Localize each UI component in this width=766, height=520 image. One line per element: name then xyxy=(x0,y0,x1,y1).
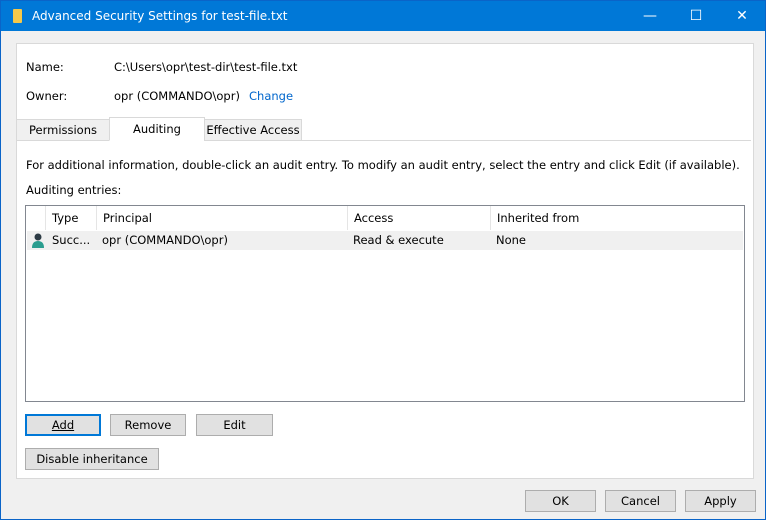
tab-permissions[interactable]: Permissions xyxy=(16,119,110,141)
edit-button[interactable]: Edit xyxy=(196,414,273,436)
column-header-access[interactable]: Access xyxy=(348,206,491,230)
add-button-label: Add xyxy=(51,418,75,432)
disable-inheritance-button[interactable]: Disable inheritance xyxy=(25,448,159,470)
name-value: C:\Users\opr\test-dir\test-file.txt xyxy=(114,60,298,74)
owner-label: Owner: xyxy=(26,89,68,103)
name-label: Name: xyxy=(26,60,64,74)
window-title: Advanced Security Settings for test-file… xyxy=(32,9,288,23)
disable-inheritance-label: Disable inheritance xyxy=(36,452,148,466)
tab-auditing[interactable]: Auditing xyxy=(109,117,205,141)
change-owner-link[interactable]: Change xyxy=(249,89,293,103)
remove-button[interactable]: Remove xyxy=(110,414,186,436)
table-row[interactable]: Succ... opr (COMMANDO\opr) Read & execut… xyxy=(27,231,743,250)
maximize-button[interactable]: ☐ xyxy=(673,1,719,31)
auditing-entries-list[interactable]: Type Principal Access Inherited from Suc… xyxy=(25,205,745,402)
row-type: Succ... xyxy=(52,233,91,247)
column-header-type[interactable]: Type xyxy=(46,206,97,230)
column-header-icon[interactable] xyxy=(26,206,46,230)
folder-icon xyxy=(13,9,22,23)
ok-button[interactable]: OK xyxy=(525,490,596,512)
row-inherited-from: None xyxy=(496,233,527,247)
column-header-principal[interactable]: Principal xyxy=(97,206,348,230)
instructions-text: For additional information, double-click… xyxy=(26,158,740,172)
apply-button[interactable]: Apply xyxy=(685,490,756,512)
row-access: Read & execute xyxy=(353,233,444,247)
title-bar: Advanced Security Settings for test-file… xyxy=(1,1,765,31)
tab-effective-access[interactable]: Effective Access xyxy=(204,119,302,141)
row-principal: opr (COMMANDO\opr) xyxy=(102,233,228,247)
edit-button-label: Edit xyxy=(223,418,246,432)
minimize-button[interactable]: — xyxy=(627,1,673,31)
auditing-entries-label: Auditing entries: xyxy=(26,183,122,197)
remove-button-label: Remove xyxy=(124,418,172,432)
add-button[interactable]: Add xyxy=(25,414,101,436)
advanced-security-window: Advanced Security Settings for test-file… xyxy=(0,0,766,520)
column-header-inherited-from[interactable]: Inherited from xyxy=(491,206,744,230)
cancel-button[interactable]: Cancel xyxy=(605,490,676,512)
user-icon xyxy=(32,233,44,248)
owner-value: opr (COMMANDO\opr) xyxy=(114,89,240,103)
close-button[interactable]: ✕ xyxy=(719,1,765,31)
